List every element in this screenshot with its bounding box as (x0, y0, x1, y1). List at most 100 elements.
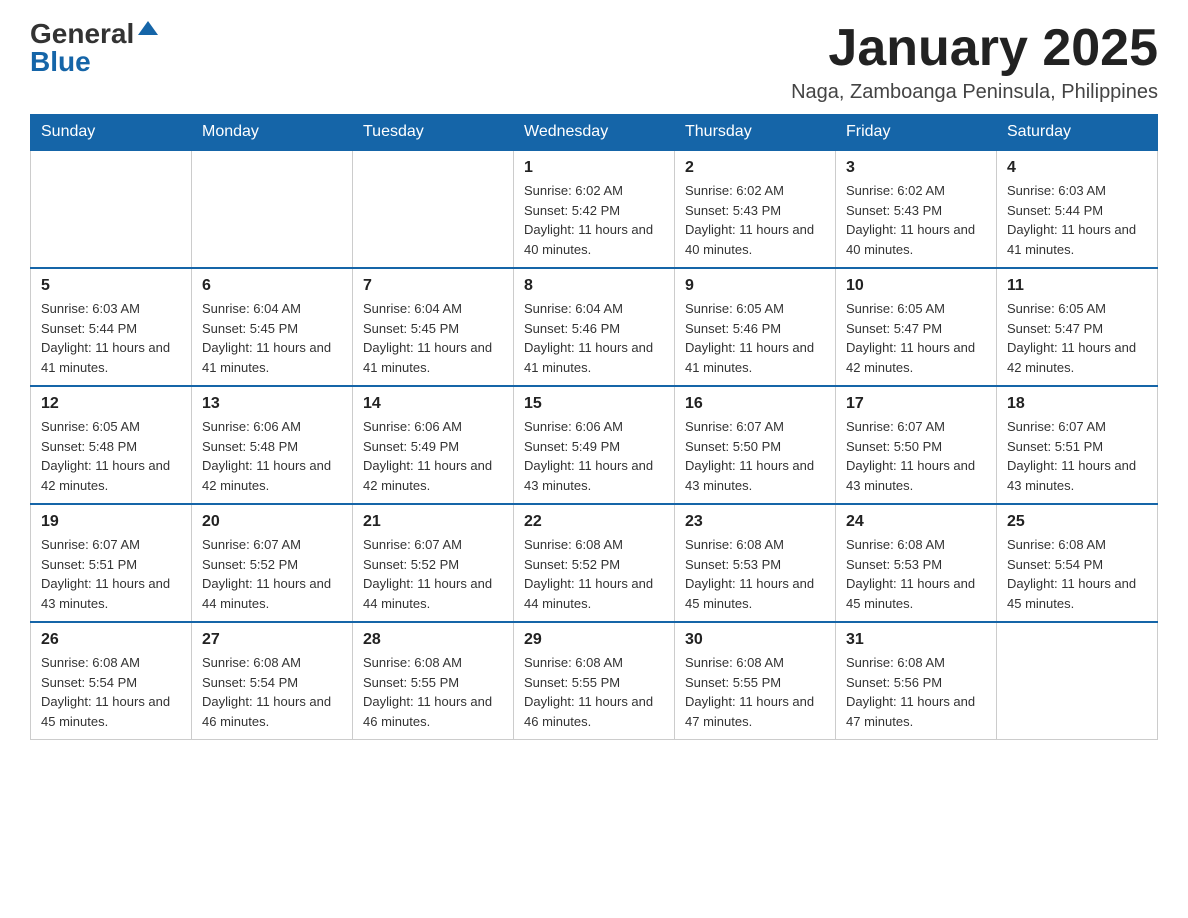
calendar-location: Naga, Zamboanga Peninsula, Philippines (791, 81, 1158, 104)
day-info: Sunrise: 6:07 AMSunset: 5:52 PMDaylight:… (363, 535, 503, 613)
day-number: 24 (846, 513, 986, 531)
day-number: 5 (41, 277, 181, 295)
day-number: 18 (1007, 395, 1147, 413)
day-number: 28 (363, 631, 503, 649)
calendar-cell: 8 Sunrise: 6:04 AMSunset: 5:46 PMDaylight… (514, 268, 675, 386)
day-info: Sunrise: 6:06 AMSunset: 5:49 PMDaylight:… (363, 417, 503, 495)
day-number: 19 (41, 513, 181, 531)
calendar-cell: 19 Sunrise: 6:07 AMSunset: 5:51 PMDayligh… (31, 504, 192, 622)
day-info: Sunrise: 6:06 AMSunset: 5:48 PMDaylight:… (202, 417, 342, 495)
calendar-cell: 10 Sunrise: 6:05 AMSunset: 5:47 PMDayligh… (836, 268, 997, 386)
day-info: Sunrise: 6:08 AMSunset: 5:55 PMDaylight:… (363, 653, 503, 731)
title-area: January 2025 Naga, Zamboanga Peninsula, … (791, 20, 1158, 104)
day-number: 29 (524, 631, 664, 649)
day-info: Sunrise: 6:07 AMSunset: 5:51 PMDaylight:… (1007, 417, 1147, 495)
week-row-2: 5 Sunrise: 6:03 AMSunset: 5:44 PMDaylight… (31, 268, 1158, 386)
calendar-cell: 17Sunrise: 6:07 AMSunset: 5:50 PMDayligh… (836, 386, 997, 504)
day-info: Sunrise: 6:05 AMSunset: 5:47 PMDaylight:… (1007, 299, 1147, 377)
calendar-cell: 28 Sunrise: 6:08 AMSunset: 5:55 PMDayligh… (353, 622, 514, 740)
calendar-header-sunday: Sunday (31, 115, 192, 151)
day-info: Sunrise: 6:08 AMSunset: 5:53 PMDaylight:… (846, 535, 986, 613)
day-info: Sunrise: 6:07 AMSunset: 5:50 PMDaylight:… (685, 417, 825, 495)
day-number: 11 (1007, 277, 1147, 295)
calendar-cell: 18 Sunrise: 6:07 AMSunset: 5:51 PMDayligh… (997, 386, 1158, 504)
logo: General Blue (30, 20, 158, 76)
day-number: 25 (1007, 513, 1147, 531)
calendar-cell: 29 Sunrise: 6:08 AMSunset: 5:55 PMDayligh… (514, 622, 675, 740)
calendar-header-wednesday: Wednesday (514, 115, 675, 151)
calendar-cell: 2Sunrise: 6:02 AMSunset: 5:43 PMDaylight… (675, 150, 836, 268)
week-row-1: 1 Sunrise: 6:02 AMSunset: 5:42 PMDaylight… (31, 150, 1158, 268)
day-info: Sunrise: 6:05 AMSunset: 5:48 PMDaylight:… (41, 417, 181, 495)
calendar-cell: 11 Sunrise: 6:05 AMSunset: 5:47 PMDayligh… (997, 268, 1158, 386)
week-row-4: 19 Sunrise: 6:07 AMSunset: 5:51 PMDayligh… (31, 504, 1158, 622)
day-info: Sunrise: 6:07 AMSunset: 5:50 PMDaylight:… (846, 417, 986, 495)
day-info: Sunrise: 6:08 AMSunset: 5:55 PMDaylight:… (524, 653, 664, 731)
day-number: 8 (524, 277, 664, 295)
calendar-cell: 6 Sunrise: 6:04 AMSunset: 5:45 PMDaylight… (192, 268, 353, 386)
calendar-table: SundayMondayTuesdayWednesdayThursdayFrid… (30, 114, 1158, 740)
day-number: 14 (363, 395, 503, 413)
calendar-cell: 4 Sunrise: 6:03 AMSunset: 5:44 PMDaylight… (997, 150, 1158, 268)
day-info: Sunrise: 6:05 AMSunset: 5:47 PMDaylight:… (846, 299, 986, 377)
header: General Blue January 2025 Naga, Zamboang… (30, 20, 1158, 104)
day-info: Sunrise: 6:02 AMSunset: 5:42 PMDaylight:… (524, 181, 664, 259)
calendar-cell: 27 Sunrise: 6:08 AMSunset: 5:54 PMDayligh… (192, 622, 353, 740)
day-info: Sunrise: 6:04 AMSunset: 5:46 PMDaylight:… (524, 299, 664, 377)
calendar-title: January 2025 (791, 20, 1158, 77)
calendar-cell: 31Sunrise: 6:08 AMSunset: 5:56 PMDayligh… (836, 622, 997, 740)
calendar-cell (997, 622, 1158, 740)
calendar-cell: 5 Sunrise: 6:03 AMSunset: 5:44 PMDaylight… (31, 268, 192, 386)
day-number: 9 (685, 277, 825, 295)
calendar-header-tuesday: Tuesday (353, 115, 514, 151)
calendar-header-thursday: Thursday (675, 115, 836, 151)
calendar-header-row: SundayMondayTuesdayWednesdayThursdayFrid… (31, 115, 1158, 151)
day-number: 16 (685, 395, 825, 413)
logo-blue: Blue (30, 48, 91, 76)
day-info: Sunrise: 6:04 AMSunset: 5:45 PMDaylight:… (202, 299, 342, 377)
day-number: 4 (1007, 159, 1147, 177)
calendar-cell: 3Sunrise: 6:02 AMSunset: 5:43 PMDaylight… (836, 150, 997, 268)
day-info: Sunrise: 6:03 AMSunset: 5:44 PMDaylight:… (1007, 181, 1147, 259)
calendar-cell: 7 Sunrise: 6:04 AMSunset: 5:45 PMDaylight… (353, 268, 514, 386)
calendar-cell: 30Sunrise: 6:08 AMSunset: 5:55 PMDayligh… (675, 622, 836, 740)
calendar-cell: 12Sunrise: 6:05 AMSunset: 5:48 PMDayligh… (31, 386, 192, 504)
day-number: 23 (685, 513, 825, 531)
day-info: Sunrise: 6:07 AMSunset: 5:51 PMDaylight:… (41, 535, 181, 613)
calendar-header-saturday: Saturday (997, 115, 1158, 151)
day-info: Sunrise: 6:08 AMSunset: 5:54 PMDaylight:… (41, 653, 181, 731)
calendar-cell: 24 Sunrise: 6:08 AMSunset: 5:53 PMDayligh… (836, 504, 997, 622)
day-info: Sunrise: 6:05 AMSunset: 5:46 PMDaylight:… (685, 299, 825, 377)
day-number: 26 (41, 631, 181, 649)
day-info: Sunrise: 6:02 AMSunset: 5:43 PMDaylight:… (685, 181, 825, 259)
day-number: 13 (202, 395, 342, 413)
calendar-header-friday: Friday (836, 115, 997, 151)
day-info: Sunrise: 6:08 AMSunset: 5:53 PMDaylight:… (685, 535, 825, 613)
day-info: Sunrise: 6:08 AMSunset: 5:56 PMDaylight:… (846, 653, 986, 731)
day-info: Sunrise: 6:08 AMSunset: 5:54 PMDaylight:… (202, 653, 342, 731)
calendar-cell: 9 Sunrise: 6:05 AMSunset: 5:46 PMDaylight… (675, 268, 836, 386)
calendar-cell: 13 Sunrise: 6:06 AMSunset: 5:48 PMDayligh… (192, 386, 353, 504)
day-number: 1 (524, 159, 664, 177)
day-info: Sunrise: 6:08 AMSunset: 5:54 PMDaylight:… (1007, 535, 1147, 613)
calendar-cell: 20Sunrise: 6:07 AMSunset: 5:52 PMDayligh… (192, 504, 353, 622)
day-number: 27 (202, 631, 342, 649)
calendar-cell: 15Sunrise: 6:06 AMSunset: 5:49 PMDayligh… (514, 386, 675, 504)
day-info: Sunrise: 6:06 AMSunset: 5:49 PMDaylight:… (524, 417, 664, 495)
calendar-cell: 25 Sunrise: 6:08 AMSunset: 5:54 PMDayligh… (997, 504, 1158, 622)
calendar-cell: 16 Sunrise: 6:07 AMSunset: 5:50 PMDayligh… (675, 386, 836, 504)
logo-triangle-icon (138, 21, 158, 35)
calendar-cell (192, 150, 353, 268)
day-number: 7 (363, 277, 503, 295)
day-number: 6 (202, 277, 342, 295)
day-number: 21 (363, 513, 503, 531)
day-number: 30 (685, 631, 825, 649)
day-info: Sunrise: 6:04 AMSunset: 5:45 PMDaylight:… (363, 299, 503, 377)
day-number: 20 (202, 513, 342, 531)
calendar-header-monday: Monday (192, 115, 353, 151)
calendar-cell: 23 Sunrise: 6:08 AMSunset: 5:53 PMDayligh… (675, 504, 836, 622)
day-number: 10 (846, 277, 986, 295)
logo-general: General (30, 20, 134, 48)
day-info: Sunrise: 6:03 AMSunset: 5:44 PMDaylight:… (41, 299, 181, 377)
calendar-cell: 21 Sunrise: 6:07 AMSunset: 5:52 PMDayligh… (353, 504, 514, 622)
